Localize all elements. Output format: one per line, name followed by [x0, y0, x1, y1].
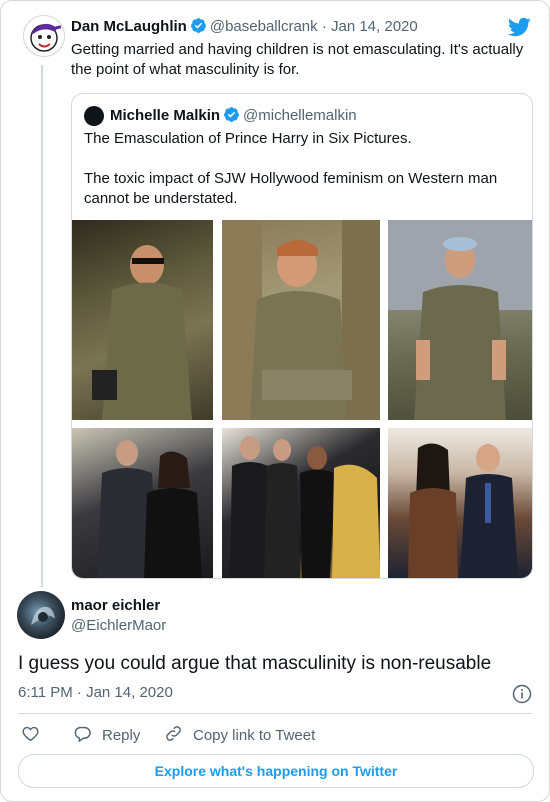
info-icon[interactable]	[512, 684, 532, 704]
photo-5[interactable]	[222, 428, 380, 578]
author-avatar[interactable]	[23, 15, 65, 57]
quoted-author-handle[interactable]: @michellemalkin	[243, 107, 357, 124]
thread-line	[41, 65, 43, 587]
quoted-tweet[interactable]: Michelle Malkin @michellemalkin The Emasc…	[71, 93, 533, 579]
copy-link-button[interactable]: Copy link to Tweet	[164, 724, 315, 746]
quoted-tweet-text: The Emasculation of Prince Harry in Six …	[84, 129, 514, 229]
link-icon	[164, 724, 193, 747]
quoted-author-name[interactable]: Michelle Malkin	[110, 107, 220, 124]
photo-6[interactable]	[388, 428, 532, 578]
photo-3[interactable]	[388, 220, 532, 420]
divider	[18, 713, 532, 714]
quoted-author-avatar[interactable]	[84, 106, 104, 126]
tweet-date[interactable]: · Jan 14, 2020	[322, 18, 418, 35]
tweet-text: Getting married and having children is n…	[71, 41, 524, 78]
copy-link-label: Copy link to Tweet	[193, 726, 316, 744]
reply-label: Reply	[102, 726, 141, 744]
reply-text: I guess you could argue that masculinity…	[18, 653, 492, 674]
quoted-tweet-header: Michelle Malkin @michellemalkin	[110, 106, 357, 127]
reply-author-avatar[interactable]	[17, 591, 65, 639]
embedded-tweet-card: Dan McLaughlin @baseballcrank · Jan 14, 2…	[0, 0, 550, 802]
reply-timestamp[interactable]: 6:11 PM · Jan 14, 2020	[18, 684, 173, 701]
author-handle[interactable]: @baseballcrank	[210, 18, 318, 35]
photo-4[interactable]	[72, 428, 213, 578]
photo-1[interactable]	[72, 220, 213, 420]
reply-author-name[interactable]: maor eichler	[71, 597, 160, 614]
twitter-bird-icon[interactable]	[507, 15, 531, 39]
verified-badge-icon	[223, 106, 240, 127]
author-name[interactable]: Dan McLaughlin	[71, 18, 187, 35]
reply-author-handle[interactable]: @EichlerMaor	[71, 617, 166, 634]
verified-badge-icon	[190, 17, 207, 38]
tweet-header: Dan McLaughlin @baseballcrank · Jan 14, 2…	[71, 17, 418, 38]
heart-icon	[21, 724, 50, 747]
photo-2[interactable]	[222, 220, 380, 420]
reply-icon	[73, 724, 102, 747]
like-button[interactable]	[21, 724, 50, 746]
quoted-text-line-1: The Emasculation of Prince Harry in Six …	[84, 130, 412, 147]
explore-button[interactable]: Explore what's happening on Twitter	[18, 754, 534, 788]
quoted-text-line-2: The toxic impact of SJW Hollywood femini…	[84, 170, 498, 207]
reply-button[interactable]: Reply	[73, 724, 140, 746]
